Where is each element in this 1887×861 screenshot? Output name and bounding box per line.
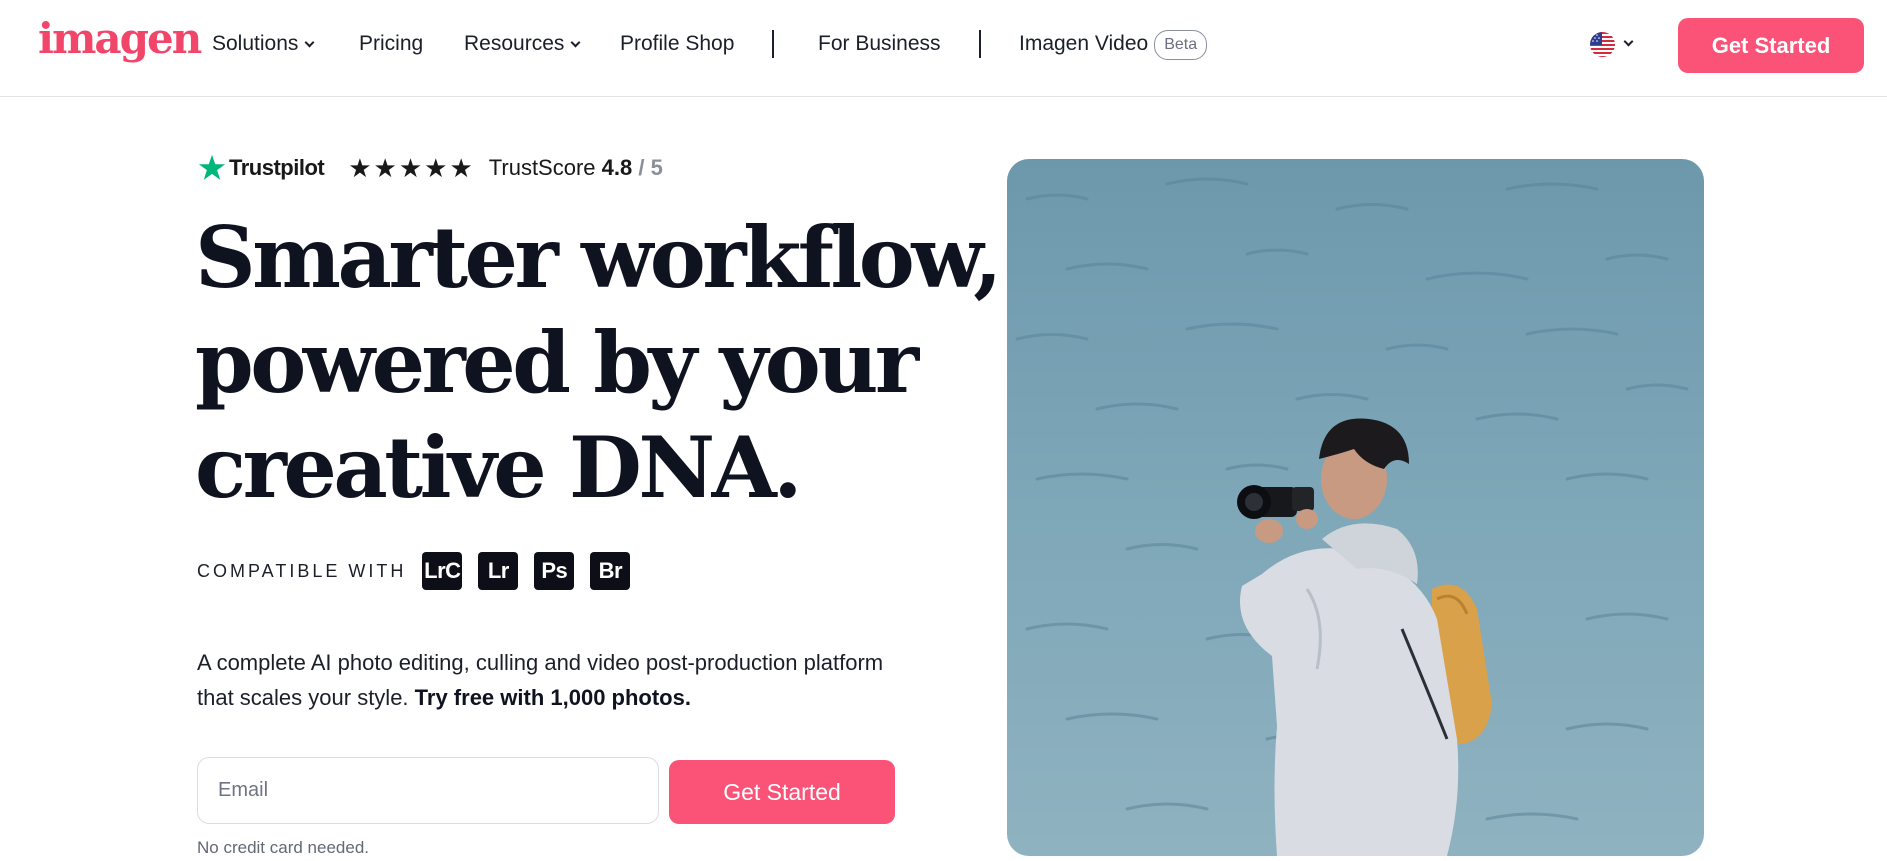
nav-profile-shop-label: Profile Shop	[620, 32, 735, 55]
hero-get-started-button[interactable]: Get Started	[669, 760, 895, 824]
headline-line-2: powered by your	[195, 313, 919, 412]
nav-for-business-label: For Business	[818, 32, 941, 55]
headline-line-3: creative DNA.	[195, 418, 803, 517]
chevron-down-icon	[570, 37, 581, 48]
hero-description-bold: Try free with 1,000 photos.	[414, 685, 691, 710]
nav-divider	[772, 30, 774, 58]
nav-divider	[979, 30, 981, 58]
nav-imagen-video[interactable]: Imagen Video Beta	[1019, 30, 1208, 61]
nav-pricing-label: Pricing	[359, 32, 424, 55]
photoshop-icon: Ps	[534, 552, 575, 590]
compatible-with: COMPATIBLE WITH LrC Lr Ps Br	[197, 551, 646, 591]
trustscore-max: / 5	[638, 155, 663, 180]
bridge-icon: Br	[590, 552, 631, 590]
nav-solutions[interactable]: Solutions	[212, 31, 315, 57]
hero-headline: Smarter workflow, powered by your creati…	[195, 205, 1003, 520]
trustscore: TrustScore 4.8 / 5	[489, 155, 663, 181]
email-input[interactable]	[197, 757, 659, 824]
nav-profile-shop[interactable]: Profile Shop	[620, 31, 734, 57]
trustscore-label: TrustScore	[488, 155, 596, 180]
chevron-down-icon	[304, 37, 315, 48]
us-flag-icon[interactable]	[1590, 32, 1615, 57]
trustpilot-brand: Trustpilot	[229, 155, 325, 180]
nav-get-started-button[interactable]: Get Started	[1678, 18, 1864, 73]
hero-photo-photographer-by-sea	[1007, 159, 1704, 856]
top-nav: imagen Solutions Pricing Resources Profi…	[0, 0, 1887, 97]
no-credit-card-note: No credit card needed.	[197, 838, 369, 857]
hero-illustration	[1007, 159, 1704, 856]
nav-resources-label: Resources	[464, 32, 565, 55]
trustpilot-rating[interactable]: Trustpilot ★★★★★ TrustScore 4.8 / 5	[197, 150, 663, 186]
imagen-logo[interactable]: imagen	[38, 18, 202, 60]
headline-line-1: Smarter workflow,	[195, 208, 1003, 307]
trustscore-value: 4.8	[601, 155, 633, 180]
nav-for-business[interactable]: For Business	[818, 31, 941, 57]
trustpilot-star-icon	[198, 154, 226, 180]
lightroom-icon: Lr	[478, 552, 519, 590]
rating-stars: ★★★★★	[348, 152, 475, 183]
beta-badge: Beta	[1154, 30, 1208, 60]
nav-imagen-video-label: Imagen Video	[1019, 32, 1149, 55]
nav-resources[interactable]: Resources	[464, 31, 581, 57]
hero-description: A complete AI photo editing, culling and…	[197, 645, 897, 715]
compatible-label: COMPATIBLE WITH	[197, 560, 407, 581]
lightroom-classic-icon: LrC	[422, 552, 463, 590]
nav-pricing[interactable]: Pricing	[359, 31, 423, 57]
chevron-down-icon[interactable]	[1623, 36, 1634, 47]
nav-solutions-label: Solutions	[212, 32, 299, 55]
